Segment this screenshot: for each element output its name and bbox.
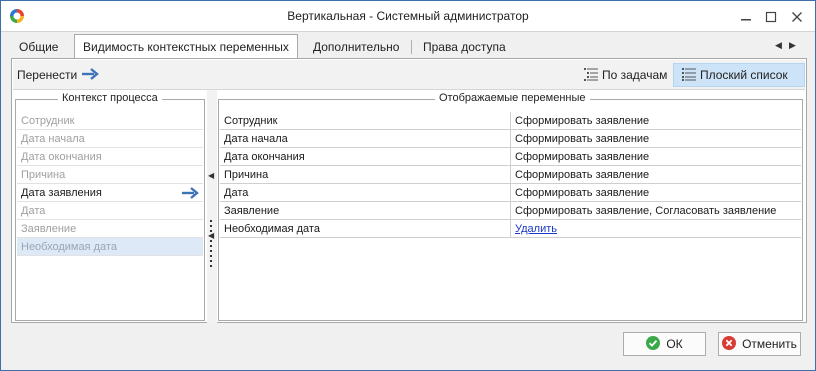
column-divider <box>510 130 511 148</box>
variable-tasks: Сформировать заявление <box>515 169 650 181</box>
process-context-title: Контекст процесса <box>58 92 162 104</box>
tab-access-rights[interactable]: Права доступа <box>415 37 514 58</box>
table-row[interactable]: Сотрудник Сформировать заявление <box>220 112 801 130</box>
by-tasks-button[interactable]: По задачам <box>576 63 675 87</box>
list-item-label: Дата <box>21 205 46 217</box>
table-row[interactable]: Необходимая дата Удалить <box>220 220 801 238</box>
list-item[interactable]: Дата <box>17 202 203 220</box>
tree-list-icon <box>584 67 598 84</box>
delete-link[interactable]: Удалить <box>515 223 557 235</box>
variable-name: Дата окончания <box>224 151 305 163</box>
list-item-label: Сотрудник <box>21 115 75 127</box>
column-divider <box>510 220 511 238</box>
tab-general[interactable]: Общие <box>11 37 66 58</box>
variable-tasks: Сформировать заявление <box>515 151 650 163</box>
column-divider <box>510 166 511 184</box>
panel-splitter[interactable]: ◀ ◀ <box>207 90 217 323</box>
tab-content: Перенести По задачам Плоский список Конт… <box>11 58 807 323</box>
ok-label: ОК <box>666 337 683 351</box>
displayed-variables-title: Отображаемые переменные <box>435 92 590 104</box>
variable-name: Заявление <box>224 205 280 217</box>
variable-tasks: Сформировать заявление <box>515 133 650 145</box>
table-row[interactable]: Дата Сформировать заявление <box>220 184 801 202</box>
cancel-button[interactable]: Отменить <box>718 332 801 356</box>
list-item-label: Причина <box>21 169 66 181</box>
list-item[interactable]: Необходимая дата <box>17 238 203 256</box>
tab-scroll-left-icon[interactable]: ◀ <box>775 40 782 51</box>
list-item-label: Дата окончания <box>21 151 102 163</box>
title-bar: Вертикальная - Системный администратор <box>1 1 815 32</box>
transfer-label: Перенести <box>17 68 78 82</box>
variable-name: Дата <box>224 187 249 199</box>
list-item[interactable]: Дата начала <box>17 130 203 148</box>
splitter-grip[interactable] <box>210 220 213 270</box>
list-item[interactable]: Заявление <box>17 220 203 238</box>
table-row[interactable]: Дата окончания Сформировать заявление <box>220 148 801 166</box>
tab-separator <box>411 40 412 54</box>
displayed-variables-group: Отображаемые переменные Сотрудник Сформи… <box>218 92 803 321</box>
tab-additional[interactable]: Дополнительно <box>305 37 407 58</box>
list-item-label: Заявление <box>21 223 77 235</box>
variable-tasks: Сформировать заявление, Согласовать заяв… <box>515 205 777 217</box>
list-item[interactable]: Причина <box>17 166 203 184</box>
collapse-left-icon[interactable]: ◀ <box>208 232 214 240</box>
toolbar: Перенести По задачам Плоский список <box>13 60 805 90</box>
maximize-icon[interactable] <box>763 9 779 25</box>
variable-tasks: Сформировать заявление <box>515 187 650 199</box>
close-icon[interactable] <box>789 9 805 25</box>
transfer-button[interactable]: Перенести <box>17 66 100 84</box>
column-divider <box>510 112 511 130</box>
tab-context-visibility[interactable]: Видимость контекстных переменных <box>74 34 298 58</box>
list-item-label: Дата начала <box>21 133 85 145</box>
dialog-window: Вертикальная - Системный администратор О… <box>0 0 816 371</box>
list-item-label: Дата заявления <box>21 187 102 199</box>
process-context-group: Контекст процесса Сотрудник Дата начала … <box>15 92 205 321</box>
list-item-label: Необходимая дата <box>21 241 117 253</box>
cancel-circle-icon <box>722 335 737 353</box>
flat-list-label: Плоский список <box>700 68 788 82</box>
column-divider <box>510 148 511 166</box>
column-divider <box>510 202 511 220</box>
list-item[interactable]: Сотрудник <box>17 112 203 130</box>
table-row[interactable]: Причина Сформировать заявление <box>220 166 801 184</box>
variable-tasks: Сформировать заявление <box>515 115 650 127</box>
flat-list-button[interactable]: Плоский список <box>673 63 805 87</box>
tab-strip: Общие Видимость контекстных переменных Д… <box>11 34 807 58</box>
tab-scroll-right-icon[interactable]: ▶ <box>789 40 796 51</box>
variable-name: Необходимая дата <box>224 223 320 235</box>
list-item[interactable]: Дата заявления <box>17 184 203 202</box>
collapse-left-icon[interactable]: ◀ <box>208 172 214 180</box>
table-row[interactable]: Заявление Сформировать заявление, Соглас… <box>220 202 801 220</box>
window-title: Вертикальная - Системный администратор <box>287 9 529 23</box>
list-item[interactable]: Дата окончания <box>17 148 203 166</box>
arrow-right-icon <box>81 67 100 83</box>
by-tasks-label: По задачам <box>602 68 668 82</box>
variable-name: Сотрудник <box>224 115 278 127</box>
column-divider <box>510 184 511 202</box>
check-circle-icon <box>646 335 661 353</box>
minimize-icon[interactable] <box>738 9 754 25</box>
cancel-label: Отменить <box>742 337 797 351</box>
ok-button[interactable]: ОК <box>623 332 706 356</box>
table-row[interactable]: Дата начала Сформировать заявление <box>220 130 801 148</box>
flat-list-icon <box>682 67 696 84</box>
variable-name: Причина <box>224 169 269 181</box>
variable-name: Дата начала <box>224 133 288 145</box>
